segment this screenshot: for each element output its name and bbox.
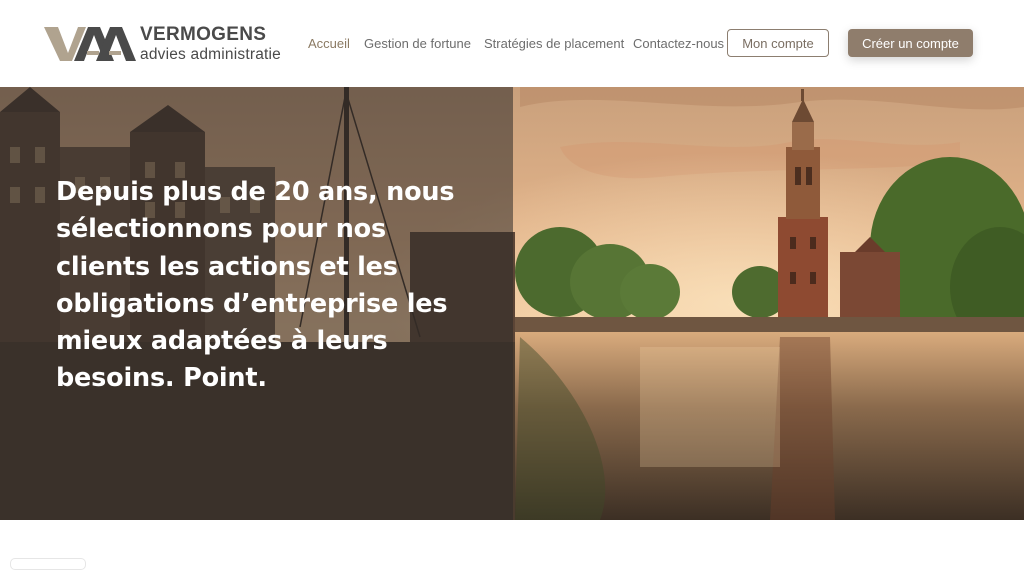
brand-logo[interactable]: VERMOGENS advies administratie	[44, 24, 284, 64]
nav-strategies-de-placement[interactable]: Stratégies de placement	[484, 36, 624, 51]
brand-subtitle: advies administratie	[140, 46, 281, 64]
nav-contactez-nous[interactable]: Contactez-nous	[633, 36, 724, 51]
vaa-monogram-icon	[44, 27, 136, 61]
content-area	[0, 520, 1024, 564]
site-header: VERMOGENS advies administratie Accueil G…	[0, 0, 1024, 87]
brand-name: VERMOGENS	[140, 24, 267, 46]
mon-compte-button[interactable]: Mon compte	[727, 29, 829, 57]
nav-gestion-de-fortune[interactable]: Gestion de fortune	[364, 36, 471, 51]
hero-section: Depuis plus de 20 ans, nous sélectionnon…	[0, 87, 1024, 520]
creer-un-compte-button[interactable]: Créer un compte	[848, 29, 973, 57]
brand-wordmark: VERMOGENS advies administratie	[140, 25, 281, 63]
bottom-tab[interactable]	[10, 558, 86, 570]
hero-headline: Depuis plus de 20 ans, nous sélectionnon…	[56, 177, 455, 394]
nav-accueil[interactable]: Accueil	[308, 36, 350, 51]
